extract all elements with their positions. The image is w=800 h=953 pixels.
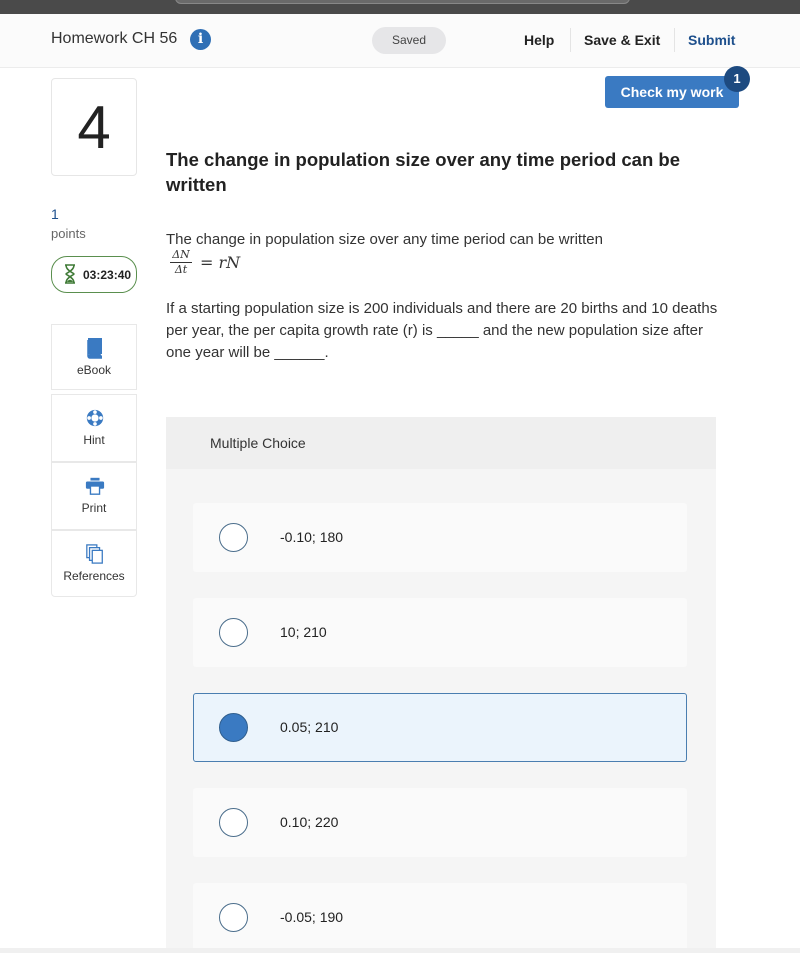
timer-value: 03:23:40	[83, 268, 132, 282]
growth-formula: ΔN Δt = rN	[170, 249, 240, 276]
printer-icon	[85, 477, 105, 495]
hint-button[interactable]: Hint	[51, 394, 137, 462]
hourglass-icon	[65, 264, 75, 284]
address-bar[interactable]	[175, 0, 630, 4]
tool-label: Hint	[83, 433, 105, 447]
answer-option[interactable]: -0.10; 180	[193, 503, 687, 572]
radio-button[interactable]	[219, 808, 248, 837]
browser-top-bar	[0, 0, 800, 14]
answer-text: 10; 210	[280, 624, 327, 640]
multiple-choice-header: Multiple Choice	[166, 417, 716, 469]
formula-fraction: ΔN Δt	[170, 249, 192, 276]
answer-text: -0.10; 180	[280, 529, 344, 545]
radio-button[interactable]	[219, 903, 248, 932]
question-body: If a starting population size is 200 ind…	[166, 300, 718, 361]
radio-button-checked[interactable]	[219, 713, 248, 742]
answer-option[interactable]: 0.10; 220	[193, 788, 687, 857]
answer-option[interactable]: -0.05; 190	[193, 883, 687, 952]
book-icon	[87, 338, 102, 359]
answer-option-selected[interactable]: 0.05; 210	[193, 693, 687, 762]
multiple-choice-panel: Multiple Choice -0.10; 180 10; 210 0.05;…	[166, 417, 716, 953]
radio-button[interactable]	[219, 523, 248, 552]
info-icon[interactable]: i	[190, 29, 211, 50]
tool-label: eBook	[76, 363, 112, 377]
documents-icon	[86, 544, 103, 564]
formula-rhs: = rN	[200, 253, 241, 272]
saved-status-badge: Saved	[372, 27, 446, 54]
tool-label: Print	[81, 501, 107, 515]
nav-divider	[570, 28, 571, 52]
points-value: 1	[51, 206, 59, 222]
radio-button[interactable]	[219, 618, 248, 647]
formula-denominator: Δt	[174, 263, 188, 276]
help-link[interactable]: Help	[524, 32, 554, 48]
assignment-title: Homework CH 56	[51, 30, 178, 47]
references-button[interactable]: References	[51, 530, 137, 597]
timer[interactable]: 03:23:40	[51, 256, 137, 293]
app-header: Homework CH 56 i Saved Help Save & Exit …	[0, 14, 800, 68]
answer-option[interactable]: 10; 210	[193, 598, 687, 667]
answer-text: 0.10; 220	[280, 814, 339, 830]
lifebuoy-icon	[86, 409, 104, 427]
submit-link[interactable]: Submit	[688, 32, 735, 48]
tool-label: References	[63, 569, 125, 583]
save-exit-link[interactable]: Save & Exit	[584, 32, 660, 48]
check-my-work-button[interactable]: Check my work	[605, 76, 739, 108]
ebook-button[interactable]: eBook	[51, 324, 137, 390]
answer-text: 0.05; 210	[280, 719, 339, 735]
nav-divider	[674, 28, 675, 52]
print-button[interactable]: Print	[51, 462, 137, 530]
formula-numerator: ΔN	[172, 248, 190, 261]
check-work-count-badge: 1	[724, 66, 750, 92]
answer-text: -0.05; 190	[280, 909, 344, 925]
multiple-choice-title: Multiple Choice	[210, 435, 306, 451]
points-label: points	[51, 226, 86, 241]
question-number: 4	[51, 78, 137, 176]
page-bottom-edge	[0, 948, 800, 953]
question-heading: The change in population size over any t…	[166, 149, 680, 195]
question-intro: The change in population size over any t…	[166, 231, 603, 248]
